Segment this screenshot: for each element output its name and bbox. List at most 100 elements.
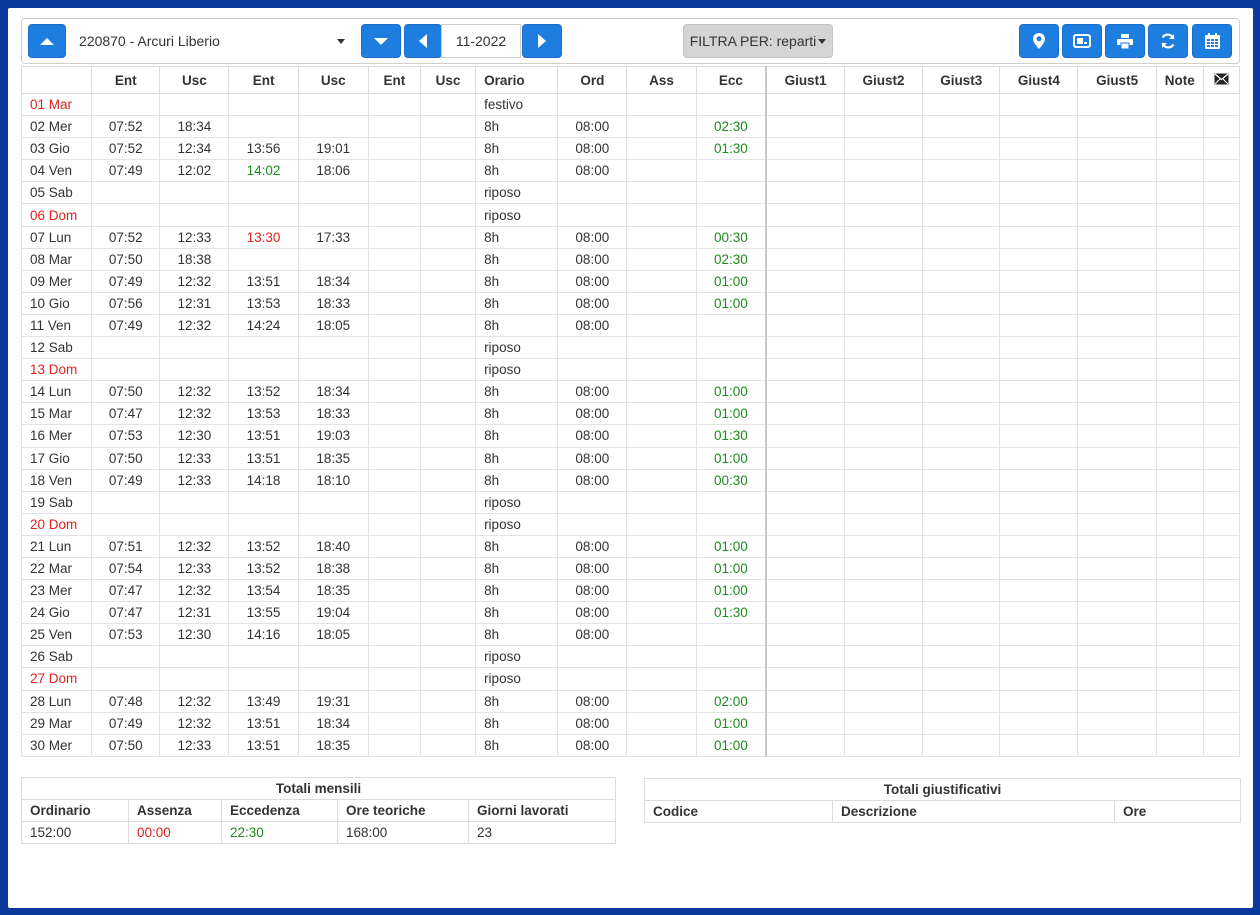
ass-cell[interactable] [626,181,697,205]
table-row[interactable]: 03 Gio 07:52 12:34 13:56 19:01 8h 08:00 01:30 [20,137,1241,161]
col-ass[interactable]: Ass [626,66,697,94]
mail-cell[interactable] [1202,181,1241,205]
col-note[interactable]: Note [1155,66,1204,94]
table-row[interactable]: 12 Sab riposo [20,336,1241,360]
giust2-cell[interactable] [843,380,924,404]
giust4-cell[interactable] [999,711,1079,735]
ass-cell[interactable] [626,159,697,183]
giust2-cell[interactable] [843,490,924,514]
giust4-cell[interactable] [999,402,1079,426]
usc-3-cell[interactable] [419,137,477,161]
note-cell[interactable] [1155,269,1204,293]
ent-3-cell[interactable] [367,115,421,139]
ass-cell[interactable] [626,512,697,536]
usc-3-cell[interactable] [419,689,477,713]
giust5-cell[interactable] [1077,446,1157,470]
giust5-cell[interactable] [1077,313,1157,338]
giust4-cell[interactable] [999,424,1079,448]
mail-cell[interactable] [1202,291,1241,315]
ass-cell[interactable] [626,291,697,315]
table-row[interactable]: 15 Mar 07:47 12:32 13:53 18:33 8h 08:00 01:00 [20,402,1241,426]
col-ent-2[interactable]: Ent [228,66,299,94]
ent-3-cell[interactable] [367,137,421,161]
giust3-cell[interactable] [922,159,1001,183]
ent-3-cell[interactable] [367,358,421,382]
ent-3-cell[interactable] [367,247,421,271]
note-cell[interactable] [1155,689,1204,713]
ent-3-cell[interactable] [367,490,421,514]
mail-cell[interactable] [1202,247,1241,271]
usc-3-cell[interactable] [419,380,477,404]
giust2-cell[interactable] [843,313,924,338]
note-cell[interactable] [1155,711,1204,735]
mail-cell[interactable] [1202,468,1241,492]
giust2-cell[interactable] [843,247,924,271]
ass-cell[interactable] [626,601,697,625]
usc-3-cell[interactable] [419,115,477,139]
ass-cell[interactable] [626,269,697,293]
mail-cell[interactable] [1202,623,1241,647]
giust5-cell[interactable] [1077,336,1157,360]
giust4-cell[interactable] [999,446,1079,470]
table-row[interactable]: 10 Gio 07:56 12:31 13:53 18:33 8h 08:00 01:00 [20,291,1241,315]
giust1-cell[interactable] [765,579,845,603]
ent-3-cell[interactable] [367,424,421,448]
usc-3-cell[interactable] [419,424,477,448]
usc-3-cell[interactable] [419,225,477,249]
giust1-cell[interactable] [765,313,845,338]
usc-3-cell[interactable] [419,159,477,183]
table-row[interactable]: 24 Gio 07:47 12:31 13:55 19:04 8h 08:00 01:30 [20,601,1241,625]
refresh-button[interactable] [1148,24,1188,58]
giust1-cell[interactable] [765,137,845,161]
ass-cell[interactable] [626,92,697,117]
mail-cell[interactable] [1202,556,1241,581]
giust4-cell[interactable] [999,645,1079,669]
giust5-cell[interactable] [1077,424,1157,448]
giust2-cell[interactable] [843,269,924,293]
note-cell[interactable] [1155,115,1204,139]
table-row[interactable]: 08 Mar 07:50 18:38 8h 08:00 02:30 [20,247,1241,271]
note-cell[interactable] [1155,556,1204,581]
ent-3-cell[interactable] [367,313,421,338]
giust5-cell[interactable] [1077,137,1157,161]
giust1-cell[interactable] [765,358,845,382]
mail-cell[interactable] [1202,733,1241,757]
table-row[interactable]: 20 Dom riposo [20,512,1241,536]
giust3-cell[interactable] [922,623,1001,647]
table-row[interactable]: 04 Ven 07:49 12:02 14:02 18:06 8h 08:00 [20,159,1241,183]
usc-3-cell[interactable] [419,601,477,625]
giust1-cell[interactable] [765,247,845,271]
col-usc-2[interactable]: Usc [297,66,369,94]
giust3-cell[interactable] [922,380,1001,404]
note-cell[interactable] [1155,380,1204,404]
table-row[interactable]: 06 Dom riposo [20,203,1241,227]
calendar-button[interactable] [1192,24,1232,58]
giust3-cell[interactable] [922,733,1001,757]
note-cell[interactable] [1155,203,1204,227]
giust1-cell[interactable] [765,424,845,448]
giust1-cell[interactable] [765,601,845,625]
ent-3-cell[interactable] [367,534,421,558]
mail-cell[interactable] [1202,358,1241,382]
giust3-cell[interactable] [922,181,1001,205]
giust2-cell[interactable] [843,137,924,161]
next-employee-button[interactable] [361,24,401,58]
giust4-cell[interactable] [999,380,1079,404]
filter-dropdown-button[interactable]: FILTRA PER: reparti [683,24,833,58]
mail-cell[interactable] [1202,446,1241,470]
giust1-cell[interactable] [765,623,845,647]
mail-cell[interactable] [1202,645,1241,669]
note-cell[interactable] [1155,358,1204,382]
col-ent-1[interactable]: Ent [91,66,161,94]
employee-select[interactable]: 220870 - Arcuri Liberio [67,24,353,58]
giust5-cell[interactable] [1077,380,1157,404]
giust4-cell[interactable] [999,534,1079,558]
giust2-cell[interactable] [843,336,924,360]
giust5-cell[interactable] [1077,358,1157,382]
giust2-cell[interactable] [843,181,924,205]
giust1-cell[interactable] [765,667,845,691]
usc-3-cell[interactable] [419,512,477,536]
col-orario[interactable]: Orario [475,66,559,94]
usc-3-cell[interactable] [419,645,477,669]
giust3-cell[interactable] [922,424,1001,448]
